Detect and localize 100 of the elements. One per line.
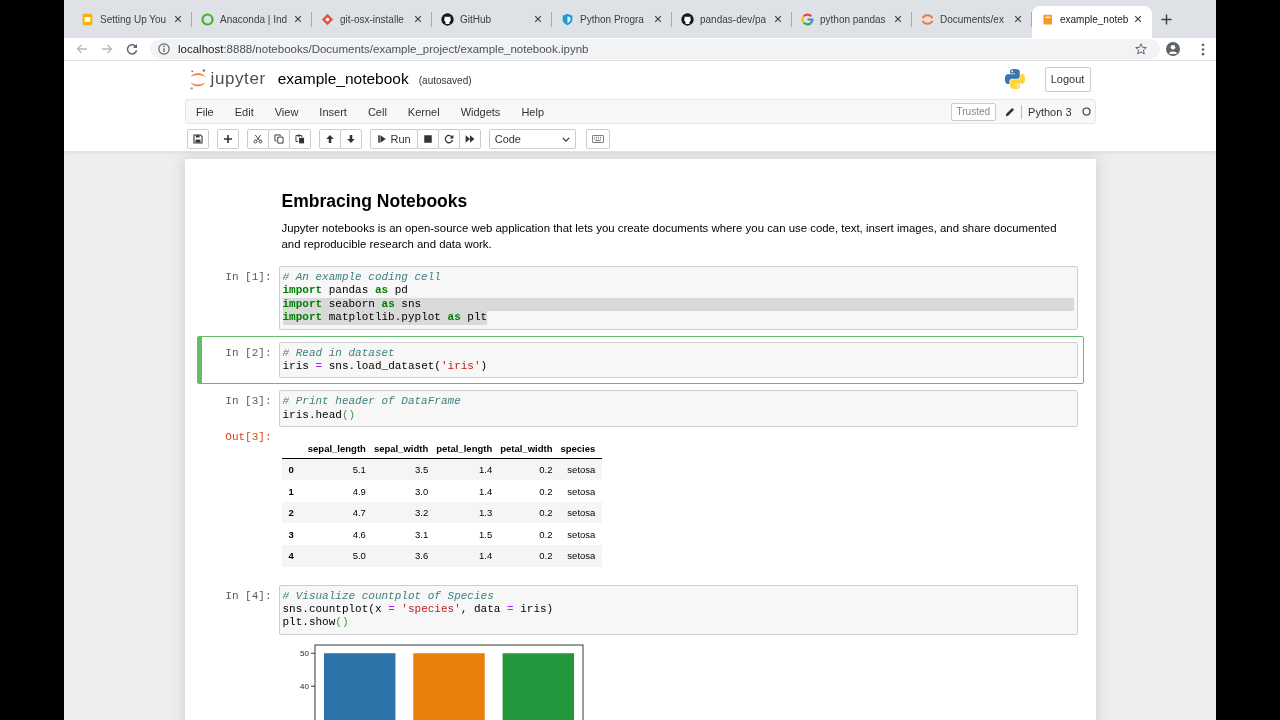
table-cell: 5.0 (303, 545, 370, 567)
row-index: 2 (281, 501, 304, 524)
menu-item[interactable]: Insert (308, 105, 358, 118)
table-cell: 0.2 (496, 480, 557, 502)
tick-mark (310, 685, 315, 687)
run-button[interactable]: Run (369, 129, 418, 149)
g-mark-icon (801, 12, 814, 26)
row-index: 4 (281, 545, 304, 567)
close-icon[interactable] (1014, 15, 1022, 23)
move-up-button[interactable] (318, 129, 341, 149)
square-icon (422, 134, 433, 144)
browser-tab[interactable]: Python Progra (552, 6, 672, 38)
logout-button[interactable]: Logout (1044, 66, 1091, 92)
close-icon[interactable] (894, 15, 902, 23)
close-icon[interactable] (1134, 15, 1142, 23)
table-cell: 1.5 (432, 523, 497, 545)
input-prompt: In [3]: (224, 394, 273, 409)
account-icon[interactable] (1166, 42, 1180, 56)
kernel-name[interactable]: Python 3 (1028, 105, 1072, 118)
circular-arrow-icon (443, 134, 454, 144)
code-input[interactable]: # An example coding cell import pandas as pd import seaborn as sns import matplotlib.pyplot as plt (278, 266, 1078, 330)
code-line: # Print header of DataFrame (282, 395, 461, 409)
code-input[interactable]: # Read in dataset iris = sns.load_dataset('iris') (278, 341, 1078, 379)
browser-tab[interactable]: python pandas (792, 6, 912, 38)
browser-tab[interactable]: example_noteb (1032, 6, 1152, 38)
tick-mark (310, 652, 315, 654)
browser-tab[interactable]: Setting Up You (72, 6, 192, 38)
browser-tab[interactable]: GitHub (432, 6, 552, 38)
menu-item[interactable]: Widgets (450, 105, 511, 118)
reload-icon[interactable] (126, 43, 138, 55)
step-forward-icon (376, 134, 387, 144)
move-down-button[interactable] (339, 129, 362, 149)
input-prompt: In [1]: (224, 270, 273, 285)
address-field[interactable]: localhost:8888/notebooks/Documents/example_project/example_notebook.ipynb (150, 39, 1160, 59)
table-cell: 1.3 (432, 501, 497, 524)
diamond-icon (321, 12, 334, 26)
close-icon[interactable] (414, 15, 422, 23)
close-icon[interactable] (174, 15, 182, 23)
table-cell: 0.2 (496, 545, 557, 567)
keyboard-button[interactable] (585, 129, 610, 149)
info-icon[interactable] (158, 43, 170, 55)
copy-button[interactable] (267, 129, 290, 149)
fast-forward-icon (464, 134, 475, 144)
cut-button[interactable] (246, 129, 269, 149)
menu-item[interactable]: Cell (357, 105, 398, 118)
menu-item[interactable]: Kernel (397, 105, 451, 118)
menu-item[interactable]: File (185, 105, 225, 118)
star-icon[interactable] (1135, 43, 1147, 55)
stop-button[interactable] (416, 129, 439, 149)
trusted-button[interactable]: Trusted (950, 102, 997, 121)
code-line: iris.head() (282, 408, 356, 423)
restart-button[interactable] (437, 129, 460, 149)
menu-item[interactable]: Edit (224, 105, 265, 118)
browser-tab[interactable]: git-osx-installe (312, 6, 432, 38)
paste-button[interactable] (288, 129, 311, 149)
table-cell: 3.0 (369, 480, 433, 502)
plus-icon[interactable] (1161, 14, 1172, 25)
run-all-button[interactable] (458, 129, 481, 149)
floppy-icon (192, 134, 203, 144)
browser-tab[interactable]: Documents/ex (912, 6, 1032, 38)
cell-type-select[interactable]: Code (488, 129, 576, 149)
notebook-heading: Embracing Notebooks (281, 191, 469, 211)
save-button[interactable] (186, 129, 209, 149)
table-cell: setosa (556, 523, 603, 545)
insert-cell-button[interactable] (216, 129, 239, 149)
logo-icon[interactable] (188, 67, 207, 91)
close-icon[interactable] (534, 15, 542, 23)
code-line: sns.countplot(x = 'species', data = iris) (282, 603, 554, 617)
table-cell: 3.6 (369, 545, 433, 567)
menu-item[interactable]: Help (510, 105, 555, 118)
menu-item[interactable]: View (264, 105, 309, 118)
browser-tab[interactable]: Anaconda | Ind (192, 6, 312, 38)
notebook-title[interactable]: example_notebook (277, 70, 409, 88)
arcs-icon (921, 12, 934, 26)
code-line: # Visualize countplot of Species (282, 589, 494, 603)
close-icon[interactable] (654, 15, 662, 23)
plus-icon (222, 134, 233, 144)
cat-face-icon (681, 12, 694, 26)
table-cell: setosa (556, 480, 603, 502)
arrow-down-icon (345, 134, 356, 144)
table-cell: 3.1 (369, 523, 433, 545)
save-status: (autosaved) (418, 74, 472, 86)
browser-tab[interactable]: pandas-dev/pa (672, 6, 792, 38)
clipboard-icon (294, 134, 305, 144)
close-icon[interactable] (294, 15, 302, 23)
notebook-paragraph: Jupyter notebooks is an open-source web application that lets you create documents where you can use code, text, insert images, and share documented and reproducible research and data work. (281, 221, 1058, 252)
logo-text[interactable]: jupyter (210, 69, 266, 89)
menu-icon[interactable] (1201, 42, 1205, 56)
output-prompt: Out[3]: (224, 430, 273, 445)
code-line: iris = sns.load_dataset('iris') (282, 359, 488, 374)
input-prompt: In [2]: (224, 345, 273, 360)
code-line: # An example coding cell (282, 271, 441, 285)
pencil-icon (1005, 106, 1016, 117)
slides-icon (81, 12, 94, 26)
row-index: 1 (281, 480, 304, 502)
table-cell: 1.4 (432, 458, 497, 481)
close-icon[interactable] (774, 15, 782, 23)
code-input[interactable]: # Visualize countplot of Species sns.countplot(x = 'species', data = iris) plt.show() (278, 584, 1078, 635)
table-cell: 4.9 (303, 480, 370, 502)
code-input[interactable]: # Print header of DataFrame iris.head() (278, 390, 1078, 428)
